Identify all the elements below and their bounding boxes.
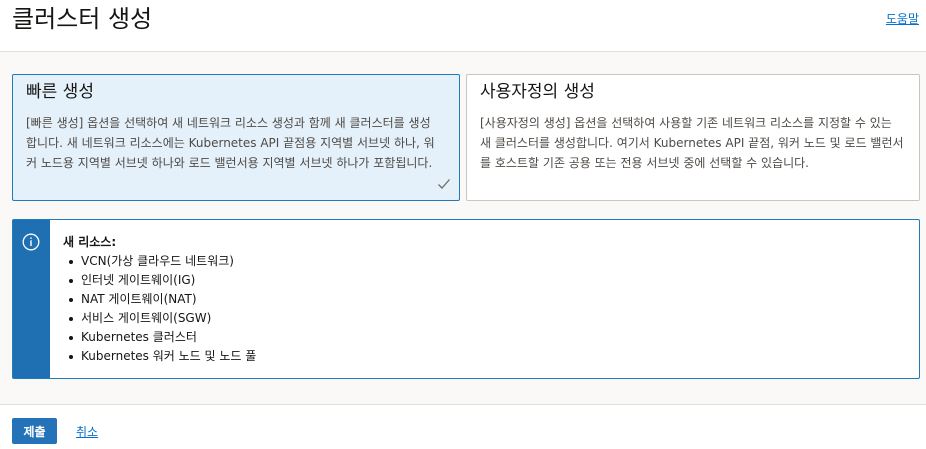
page-footer: 제출 취소 [0, 404, 926, 449]
quick-create-description: [빠른 생성] 옵션을 선택하여 새 네트워크 리소스 생성과 함께 새 클러스… [26, 116, 435, 170]
resource-list: VCN(가상 클라우드 네트워크) 인터넷 게이트웨이(IG) NAT 게이트웨… [63, 252, 256, 366]
custom-create-option[interactable]: 사용자정의 생성 [사용자정의 생성] 옵션을 선택하여 사용할 기존 네트워크… [466, 74, 920, 201]
list-item: NAT 게이트웨이(NAT) [63, 290, 256, 309]
page-header: 클러스터 생성 도움말 [0, 0, 926, 52]
check-icon [438, 179, 450, 189]
quick-create-option[interactable]: 빠른 생성 [빠른 생성] 옵션을 선택하여 새 네트워크 리소스 생성과 함께… [12, 74, 460, 201]
list-item: VCN(가상 클라우드 네트워크) [63, 252, 256, 271]
custom-create-description: [사용자정의 생성] 옵션을 선택하여 사용할 기존 네트워크 리소스를 지정할… [480, 116, 904, 170]
cancel-link[interactable]: 취소 [76, 423, 98, 440]
list-item: Kubernetes 클러스터 [63, 328, 256, 347]
info-strip [13, 220, 50, 378]
new-resources-info: 새 리소스: VCN(가상 클라우드 네트워크) 인터넷 게이트웨이(IG) N… [12, 219, 920, 379]
quick-create-title: 빠른 생성 [26, 82, 94, 102]
submit-button[interactable]: 제출 [12, 418, 57, 444]
page-title: 클러스터 생성 [12, 5, 153, 33]
list-item: Kubernetes 워커 노드 및 노드 풀 [63, 347, 256, 366]
main-content: 빠른 생성 [빠른 생성] 옵션을 선택하여 새 네트워크 리소스 생성과 함께… [0, 52, 926, 404]
help-link[interactable]: 도움말 [886, 10, 919, 27]
info-heading: 새 리소스: [63, 235, 117, 249]
custom-create-title: 사용자정의 생성 [480, 82, 595, 102]
list-item: 인터넷 게이트웨이(IG) [63, 271, 256, 290]
info-icon [22, 233, 40, 251]
list-item: 서비스 게이트웨이(SGW) [63, 309, 256, 328]
